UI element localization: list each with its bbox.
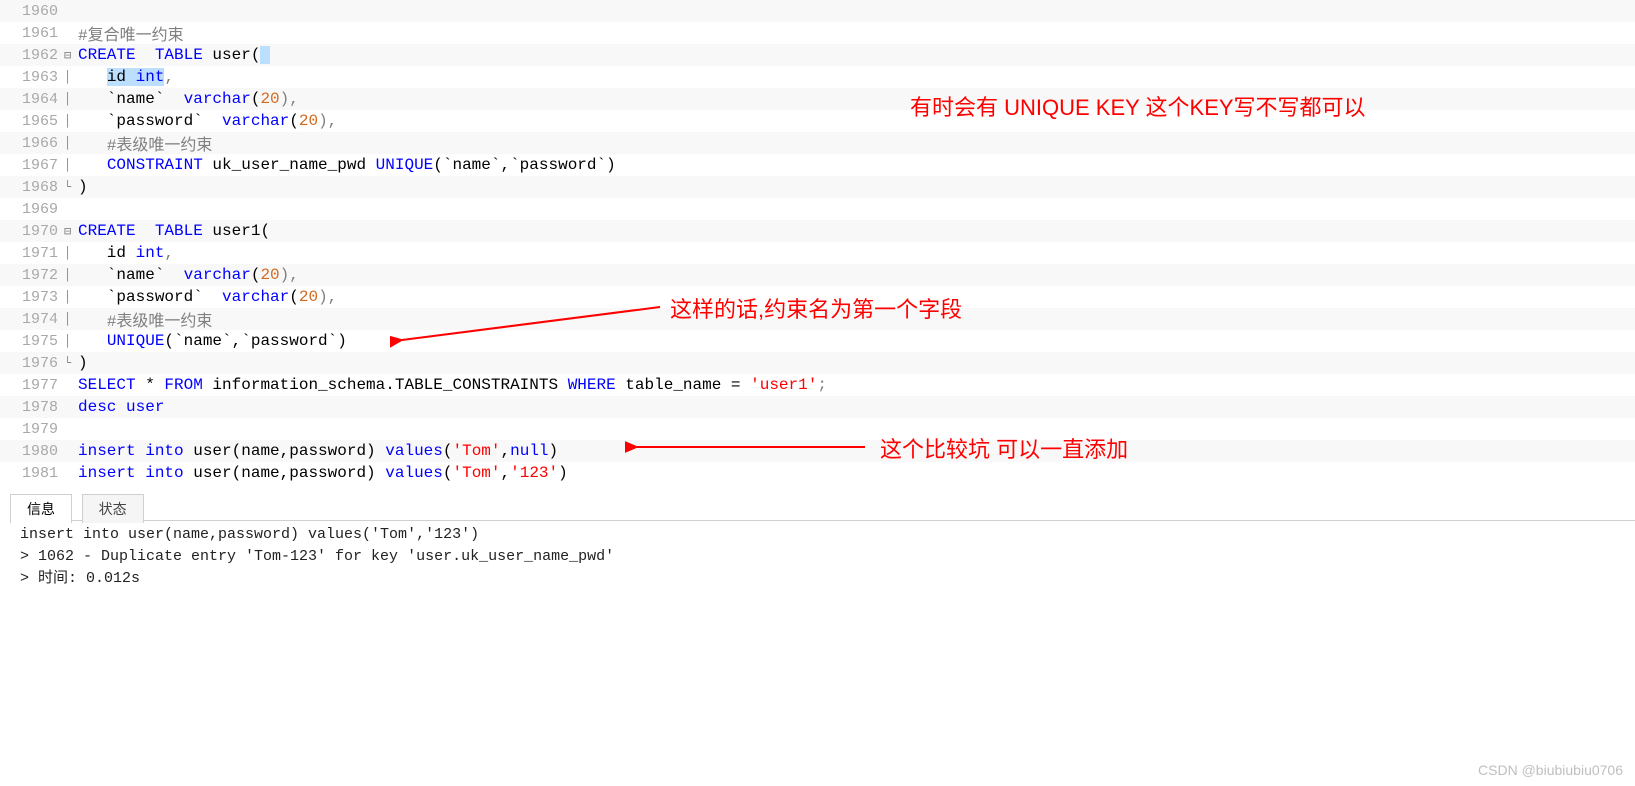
tab-status[interactable]: 状态 [82,494,144,523]
fold-indicator[interactable]: ⊟ [64,48,78,63]
code-line[interactable]: 1968└) [0,176,1635,198]
code-content[interactable]: id int, [78,68,1635,86]
code-content[interactable]: `name` varchar(20), [78,90,1635,108]
line-number: 1975 [0,333,64,350]
code-editor[interactable]: 19601961#复合唯一约束1962⊟CREATE TABLE user( 1… [0,0,1635,484]
line-number: 1981 [0,465,64,482]
line-number: 1970 [0,223,64,240]
line-number: 1972 [0,267,64,284]
fold-indicator: │ [64,290,78,304]
code-content[interactable]: #表级唯一约束 [78,307,1635,331]
line-number: 1969 [0,201,64,218]
fold-indicator: │ [64,114,78,128]
code-line[interactable]: 1981 insert into user(name,password) valu… [0,462,1635,484]
fold-indicator: │ [64,70,78,84]
code-content[interactable]: CREATE TABLE user( [78,46,1635,64]
line-number: 1978 [0,399,64,416]
code-line[interactable]: 1969 [0,198,1635,220]
code-content[interactable]: ) [78,178,1635,196]
fold-indicator: └ [64,180,78,194]
code-line[interactable]: 1966│ #表级唯一约束 [0,132,1635,154]
code-content[interactable]: SELECT * FROM information_schema.TABLE_C… [78,376,1635,394]
code-line[interactable]: 1978 desc user [0,396,1635,418]
line-number: 1980 [0,443,64,460]
code-content[interactable]: CREATE TABLE user1( [78,222,1635,240]
fold-indicator: │ [64,334,78,348]
line-number: 1977 [0,377,64,394]
line-number: 1966 [0,135,64,152]
line-number: 1961 [0,25,64,42]
line-number: 1971 [0,245,64,262]
line-number: 1965 [0,113,64,130]
output-line: insert into user(name,password) values('… [20,524,1625,546]
line-number: 1976 [0,355,64,372]
line-number: 1979 [0,421,64,438]
code-line[interactable]: 1975│ UNIQUE(`name`,`password`) [0,330,1635,352]
code-line[interactable]: 1963│ id int, [0,66,1635,88]
code-content[interactable]: #复合唯一约束 [78,21,1635,45]
code-line[interactable]: 1973│ `password` varchar(20), [0,286,1635,308]
line-number: 1962 [0,47,64,64]
code-line[interactable]: 1980 insert into user(name,password) valu… [0,440,1635,462]
output-line: > 时间: 0.012s [20,568,1625,590]
code-content[interactable]: insert into user(name,password) values('… [78,442,1635,460]
line-number: 1963 [0,69,64,86]
fold-indicator: │ [64,312,78,326]
line-number: 1973 [0,289,64,306]
code-line[interactable]: 1967│ CONSTRAINT uk_user_name_pwd UNIQUE… [0,154,1635,176]
code-content[interactable]: CONSTRAINT uk_user_name_pwd UNIQUE(`name… [78,156,1635,174]
fold-indicator: │ [64,246,78,260]
output-tabs: 信息 状态 [10,493,1635,521]
tab-info[interactable]: 信息 [10,494,72,523]
code-content[interactable]: id int, [78,244,1635,262]
fold-indicator: │ [64,136,78,150]
fold-indicator: └ [64,356,78,370]
line-number: 1967 [0,157,64,174]
code-content[interactable]: `password` varchar(20), [78,288,1635,306]
fold-indicator[interactable]: ⊟ [64,224,78,239]
code-line[interactable]: 1961 #复合唯一约束 [0,22,1635,44]
code-line[interactable]: 1974│ #表级唯一约束 [0,308,1635,330]
code-line[interactable]: 1977 SELECT * FROM information_schema.TAB… [0,374,1635,396]
output-line: > 1062 - Duplicate entry 'Tom-123' for k… [20,546,1625,568]
code-content[interactable]: insert into user(name,password) values('… [78,464,1635,482]
line-number: 1964 [0,91,64,108]
code-line[interactable]: 1972│ `name` varchar(20), [0,264,1635,286]
line-number: 1960 [0,3,64,20]
code-line[interactable]: 1971│ id int, [0,242,1635,264]
code-content[interactable]: `name` varchar(20), [78,266,1635,284]
code-content[interactable]: `password` varchar(20), [78,112,1635,130]
fold-indicator: │ [64,92,78,106]
code-line[interactable]: 1970⊟CREATE TABLE user1( [0,220,1635,242]
code-content[interactable]: #表级唯一约束 [78,131,1635,155]
code-line[interactable]: 1979 [0,418,1635,440]
code-line[interactable]: 1965│ `password` varchar(20), [0,110,1635,132]
fold-indicator: │ [64,268,78,282]
code-line[interactable]: 1962⊟CREATE TABLE user( [0,44,1635,66]
code-line[interactable]: 1960 [0,0,1635,22]
code-line[interactable]: 1964│ `name` varchar(20), [0,88,1635,110]
line-number: 1968 [0,179,64,196]
watermark: CSDN @biubiubiu0706 [1478,762,1623,778]
output-panel[interactable]: insert into user(name,password) values('… [20,524,1625,590]
line-number: 1974 [0,311,64,328]
code-content[interactable]: ) [78,354,1635,372]
code-content[interactable]: UNIQUE(`name`,`password`) [78,332,1635,350]
fold-indicator: │ [64,158,78,172]
code-line[interactable]: 1976└) [0,352,1635,374]
code-content[interactable]: desc user [78,398,1635,416]
